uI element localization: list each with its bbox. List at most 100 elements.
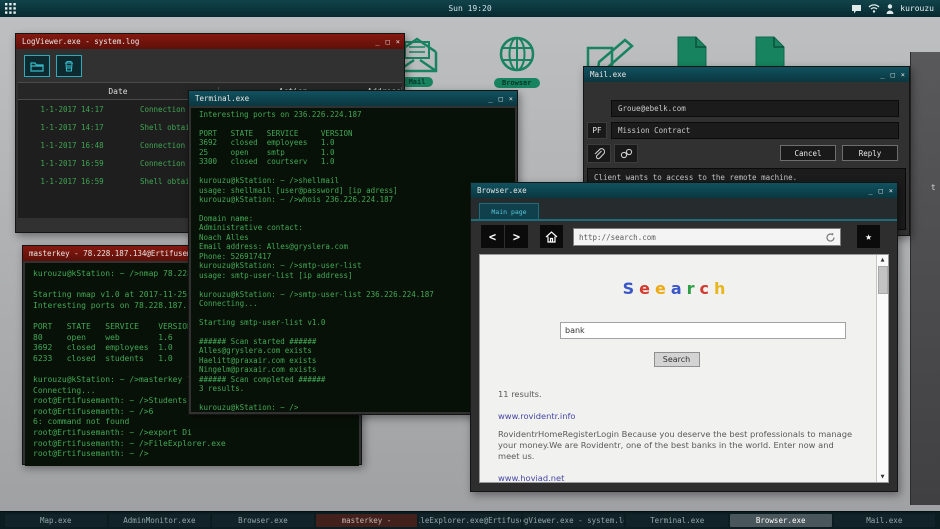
taskbar: Map.exe AdminMonitor.exe Browser.exe mas… [0, 511, 940, 529]
chevron-right-icon: > [513, 230, 520, 244]
url-input[interactable] [574, 232, 825, 243]
delete-log-button[interactable] [56, 55, 82, 77]
browser-viewport: Seearch Search 11 results. www.rovidentr… [479, 254, 889, 483]
minimize-button[interactable]: _ [880, 71, 884, 79]
system-topbar: Sun 19:20 kurouzu [0, 0, 940, 17]
mail-pf-button[interactable]: PF [587, 122, 607, 139]
terminal-titlebar[interactable]: Terminal.exe _ □ × [189, 91, 517, 106]
trash-icon [64, 60, 74, 72]
mail-body-line1: Client wants to access to the remote mac… [594, 173, 797, 182]
stray-text: t [931, 183, 936, 192]
logviewer-titlebar[interactable]: LogViewer.exe - system.log _ □ × [16, 34, 404, 49]
background-window-edge[interactable]: t [910, 52, 940, 505]
desktop-icon-label: Mail [401, 77, 434, 87]
chat-icon[interactable] [851, 4, 862, 14]
search-button[interactable]: Search [654, 352, 700, 367]
taskbar-item[interactable]: FileExplorer.exe@Ertifusem [419, 514, 521, 527]
username: kurouzu [900, 4, 934, 13]
logo-letter: c [700, 279, 714, 298]
result-link[interactable]: www.hoviad.net [498, 473, 855, 482]
forward-button[interactable]: > [505, 225, 528, 248]
logo-letter: e [655, 279, 671, 298]
log-date: 1-1-2017 14:17 [18, 105, 126, 114]
result-description: RovidentrHomeRegisterLogin Because you d… [498, 429, 855, 462]
logo-letter: a [671, 279, 687, 298]
maximize-button[interactable]: □ [499, 95, 503, 103]
url-bar [573, 228, 841, 246]
taskbar-item[interactable]: Browser.exe [730, 514, 832, 527]
desktop-icon-label: Browser [494, 78, 540, 88]
scrollbar-thumb[interactable] [878, 266, 888, 294]
logo-letter: r [687, 279, 700, 298]
attach-button[interactable] [587, 144, 611, 163]
minimize-button[interactable]: _ [868, 187, 872, 195]
results-list: www.rovidentr.info RovidentrHomeRegister… [498, 411, 855, 482]
result-link[interactable]: www.rovidentr.info [498, 411, 855, 422]
tab-main-page[interactable]: Main page [479, 203, 539, 219]
mail-from-field[interactable]: Groue@ebelk.com [611, 100, 899, 117]
minimize-button[interactable]: _ [488, 95, 492, 103]
cancel-button[interactable]: Cancel [780, 145, 836, 161]
taskbar-item[interactable]: Map.exe [5, 514, 107, 527]
taskbar-item[interactable]: masterkey - [316, 514, 418, 527]
logo-letter: h [714, 279, 730, 298]
search-results: 11 results. www.rovidentr.info Rovidentr… [498, 389, 855, 482]
taskbar-item[interactable]: LogViewer.exe - system.log [523, 514, 625, 527]
close-button[interactable]: × [509, 95, 513, 103]
taskbar-item[interactable]: AdminMonitor.exe [109, 514, 211, 527]
mail-titlebar[interactable]: Mail.exe _ □ × [584, 67, 909, 82]
scroll-up-icon[interactable]: ▲ [877, 255, 888, 265]
open-log-button[interactable] [24, 55, 50, 77]
window-title: Browser.exe [477, 186, 527, 195]
maximize-button[interactable]: □ [879, 187, 883, 195]
clock: Sun 19:20 [0, 4, 940, 13]
log-date: 1-1-2017 16:59 [18, 159, 126, 168]
reply-button[interactable]: Reply [842, 145, 898, 161]
folder-icon [30, 61, 44, 72]
home-button[interactable] [540, 225, 563, 248]
refresh-icon[interactable] [825, 232, 836, 243]
page-scrollbar[interactable]: ▲ ▼ [876, 255, 888, 482]
browser-titlebar[interactable]: Browser.exe _ □ × [471, 183, 897, 198]
desktop: t Mail Browser [0, 0, 940, 529]
paperclip-icon [593, 148, 605, 160]
link-button[interactable] [614, 144, 638, 163]
browser-navbar: < > ★ [471, 221, 897, 254]
maximize-button[interactable]: □ [891, 71, 895, 79]
scroll-down-icon[interactable]: ▼ [877, 472, 888, 482]
taskbar-item[interactable]: Browser.exe [212, 514, 314, 527]
close-button[interactable]: × [901, 71, 905, 79]
maximize-button[interactable]: □ [386, 38, 390, 46]
chain-link-icon [620, 148, 633, 159]
bookmark-button[interactable]: ★ [857, 225, 880, 248]
minimize-button[interactable]: _ [375, 38, 379, 46]
taskbar-item[interactable]: Mail.exe [834, 514, 936, 527]
globe-icon [496, 35, 538, 75]
logo-letter: S [623, 279, 640, 298]
taskbar-item[interactable]: Terminal.exe [626, 514, 728, 527]
window-terminal: Terminal.exe _ □ × Interesting ports on … [188, 90, 518, 415]
window-title: LogViewer.exe - system.log [22, 37, 139, 46]
user-icon[interactable] [886, 4, 894, 14]
close-button[interactable]: × [889, 187, 893, 195]
desktop-icon-browser[interactable]: Browser [494, 35, 540, 88]
window-title: Terminal.exe [195, 94, 249, 103]
log-date: 1-1-2017 16:59 [18, 177, 126, 186]
chevron-left-icon: < [489, 230, 496, 244]
log-date: 1-1-2017 14:17 [18, 123, 126, 132]
mail-subject-field[interactable]: Mission Contract [611, 122, 899, 139]
wifi-icon[interactable] [868, 4, 880, 13]
search-page: Seearch Search 11 results. www.rovidentr… [480, 255, 877, 482]
browser-tab-strip: Main page [471, 198, 897, 221]
logo-letter: e [639, 279, 655, 298]
log-date: 1-1-2017 16:48 [18, 141, 126, 150]
close-button[interactable]: × [396, 38, 400, 46]
terminal-output[interactable]: Interesting ports on 236.226.224.187 POR… [191, 108, 515, 412]
search-result: www.hoviad.net HoviadHomeRegisterLogin A… [498, 473, 855, 482]
results-count: 11 results. [498, 389, 855, 400]
back-button[interactable]: < [481, 225, 504, 248]
window-browser: Browser.exe _ □ × Main page < > [470, 182, 898, 492]
home-icon [545, 231, 558, 243]
search-input[interactable] [560, 322, 846, 339]
seearch-logo: Seearch [498, 279, 855, 298]
